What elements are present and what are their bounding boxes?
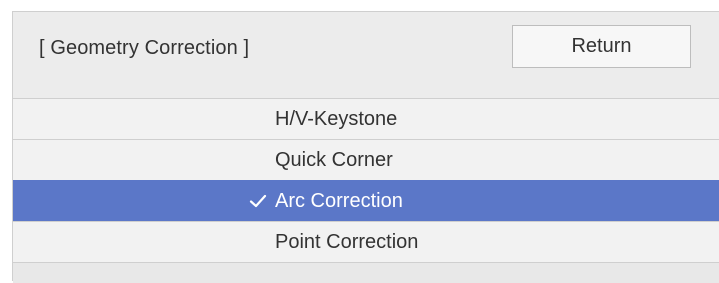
checkmark-icon [249, 194, 267, 208]
menu-list: H/V-Keystone Quick Corner Arc Correction… [13, 98, 719, 283]
page-title: [ Geometry Correction ] [39, 37, 250, 59]
menu-item-label: Point Correction [275, 231, 419, 253]
menu-item-quick-corner[interactable]: Quick Corner [13, 139, 719, 180]
menu-item-arc-correction[interactable]: Arc Correction [13, 180, 719, 221]
return-button[interactable]: Return [512, 25, 691, 68]
panel-header: [ Geometry Correction ] Return [13, 12, 719, 98]
menu-item-point-correction[interactable]: Point Correction [13, 221, 719, 262]
menu-item-hv-keystone[interactable]: H/V-Keystone [13, 98, 719, 139]
geometry-correction-panel: [ Geometry Correction ] Return H/V-Keyst… [12, 11, 719, 283]
menu-item-label: Quick Corner [275, 149, 393, 171]
menu-item-label: Arc Correction [275, 190, 403, 212]
list-footer-divider [13, 262, 719, 283]
menu-item-label: H/V-Keystone [275, 108, 398, 130]
